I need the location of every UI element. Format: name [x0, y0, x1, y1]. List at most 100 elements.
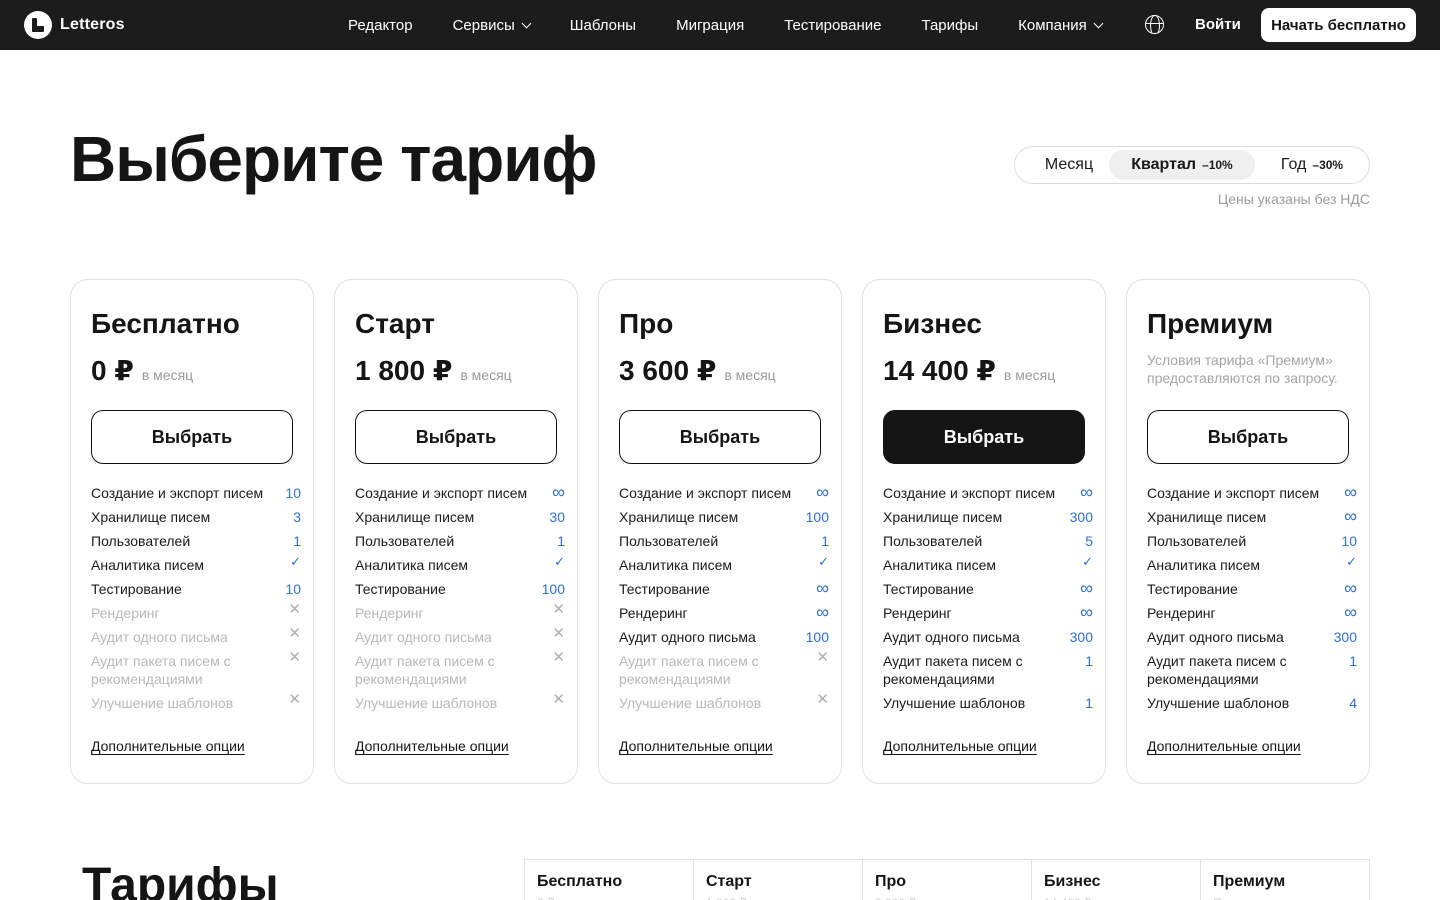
extra-options-link[interactable]: Дополнительные опции — [1147, 738, 1301, 754]
feature-value: 300 — [1069, 509, 1093, 525]
feature-label: Хранилище писем — [619, 509, 739, 525]
feature-label: Пользователей — [1147, 533, 1247, 549]
feature-item: Аудит пакета писем с рекомендациями ✕ — [355, 649, 565, 688]
nav-link-1[interactable]: Сервисы — [452, 16, 532, 34]
price-row: 14 400 ₽ в месяц — [883, 354, 1055, 387]
feature-item: Аудит пакета писем с рекомендациями ✕ — [619, 649, 829, 688]
feature-item: Улучшение шаблонов ✕ — [355, 691, 565, 712]
feature-label: Рендеринг — [619, 605, 688, 621]
discount-badge: –30% — [1312, 158, 1344, 172]
feature-label: Хранилище писем — [355, 509, 475, 525]
period-label: Год — [1280, 156, 1307, 173]
feature-label: Улучшение шаблонов — [355, 695, 498, 711]
check-icon: ✓ — [1082, 554, 1093, 569]
nav-link-label: Тарифы — [921, 16, 979, 34]
feature-label: Хранилище писем — [1147, 509, 1267, 525]
comparison-plan-price: 3 600 ₽ — [875, 896, 916, 900]
plan-price: 1 800 ₽ — [355, 355, 453, 386]
choose-plan-button[interactable]: Выбрать — [619, 410, 821, 464]
period-month[interactable]: Месяц — [1021, 150, 1117, 180]
nav-link-3[interactable]: Миграция — [676, 17, 744, 34]
comparison-plan-price: 1 800 ₽ — [706, 896, 747, 900]
choose-plan-button[interactable]: Выбрать — [883, 410, 1085, 464]
comparison-plan-name: Старт — [706, 873, 752, 890]
cross-icon: ✕ — [288, 601, 301, 618]
feature-value: 4 — [1349, 695, 1357, 711]
chevron-down-icon — [1093, 18, 1104, 28]
choose-plan-button[interactable]: Выбрать — [91, 410, 293, 464]
start-free-button[interactable]: Начать бесплатно — [1261, 8, 1416, 42]
feature-item: Тестирование ∞ — [883, 579, 1093, 598]
choose-plan-button[interactable]: Выбрать — [1147, 410, 1349, 464]
feature-value: 10 — [1341, 533, 1357, 549]
feature-item: Тестирование 100 — [355, 580, 565, 598]
nav-link-6[interactable]: Компания — [1018, 16, 1104, 34]
globe-icon[interactable] — [1145, 15, 1164, 34]
feature-label: Аудит пакета писем с рекомендациями — [619, 653, 759, 687]
feature-item: Тестирование 10 — [91, 580, 301, 598]
infinity-icon: ∞ — [816, 578, 829, 598]
login-link[interactable]: Войти — [1195, 16, 1241, 33]
comparison-column: Старт 1 800 ₽ — [694, 860, 863, 900]
nav-link-0[interactable]: Редактор — [348, 17, 413, 34]
feature-value: 1 — [1085, 653, 1093, 669]
feature-item: Рендеринг ✕ — [355, 601, 565, 622]
feature-value: 3 — [293, 509, 301, 525]
period-quarter[interactable]: Квартал –10% — [1109, 150, 1255, 180]
feature-label: Аудит пакета писем с рекомендациями — [1147, 653, 1287, 687]
logo[interactable]: Letteros — [24, 11, 125, 39]
feature-item: Хранилище писем ∞ — [1147, 507, 1357, 526]
feature-value: 1 — [557, 533, 565, 549]
feature-item: Создание и экспорт писем 10 — [91, 484, 301, 502]
extra-options-link[interactable]: Дополнительные опции — [91, 738, 245, 754]
feature-label: Аналитика писем — [355, 557, 468, 573]
comparison-plan-name: Бесплатно — [537, 873, 623, 890]
feature-label: Пользователей — [619, 533, 719, 549]
vat-note: Цены указаны без НДС — [1217, 191, 1370, 207]
check-icon: ✓ — [1346, 554, 1357, 569]
feature-item: Аудит пакета писем с рекомендациями ✕ — [91, 649, 301, 688]
period-label: Месяц — [1044, 156, 1094, 173]
infinity-icon: ∞ — [816, 602, 829, 622]
feature-label: Рендеринг — [1147, 605, 1216, 621]
extra-options-link[interactable]: Дополнительные опции — [355, 738, 509, 754]
feature-label: Улучшение шаблонов — [1147, 695, 1290, 711]
feature-item: Создание и экспорт писем ∞ — [1147, 483, 1357, 502]
cross-icon: ✕ — [552, 649, 565, 666]
nav-link-4[interactable]: Тестирование — [784, 17, 881, 34]
extra-options-link[interactable]: Дополнительные опции — [883, 738, 1037, 754]
feature-list: Создание и экспорт писем ∞ Хранилище писем… — [619, 483, 829, 718]
page-title: Выберите тариф — [70, 123, 598, 195]
feature-label: Аналитика писем — [619, 557, 732, 573]
feature-label: Рендеринг — [883, 605, 952, 621]
feature-value: 10 — [285, 485, 301, 501]
nav-link-2[interactable]: Шаблоны — [570, 17, 636, 34]
price-period: в месяц — [1003, 367, 1056, 383]
plan-price: 0 ₽ — [91, 355, 134, 386]
extra-options-link[interactable]: Дополнительные опции — [619, 738, 773, 754]
comparison-column: Премиум По запросу — [1201, 860, 1370, 900]
plan-card: Про 3 600 ₽ в месяц Выбрать Создание и экспо… — [598, 279, 842, 784]
comparison-plan-price: По запросу — [1213, 896, 1276, 900]
nav-link-label: Компания — [1018, 16, 1087, 34]
cross-icon: ✕ — [288, 649, 301, 666]
period-year[interactable]: Год –30% — [1259, 150, 1365, 180]
nav-link-5[interactable]: Тарифы — [921, 17, 978, 34]
feature-item: Аудит одного письма ✕ — [355, 625, 565, 646]
plan-name: Про — [619, 308, 674, 339]
nav-link-label: Сервисы — [452, 16, 515, 34]
feature-label: Аудит одного письма — [1147, 629, 1284, 645]
check-icon: ✓ — [554, 554, 565, 569]
feature-item: Создание и экспорт писем ∞ — [619, 483, 829, 502]
plan-card: Старт 1 800 ₽ в месяц Выбрать Создание и экс… — [334, 279, 578, 784]
comparison-plan-price: 0 ₽ — [537, 896, 555, 900]
comparison-column: Бизнес 14 400 ₽ — [1032, 860, 1201, 900]
feature-item: Создание и экспорт писем ∞ — [355, 483, 565, 502]
feature-value: 300 — [1333, 629, 1357, 645]
choose-plan-button[interactable]: Выбрать — [355, 410, 557, 464]
feature-label: Аудит пакета писем с рекомендациями — [883, 653, 1023, 687]
price-period: в месяц — [724, 367, 776, 383]
feature-label: Пользователей — [883, 533, 983, 549]
feature-item: Создание и экспорт писем ∞ — [883, 483, 1093, 502]
feature-item: Пользователей 10 — [1147, 532, 1357, 550]
